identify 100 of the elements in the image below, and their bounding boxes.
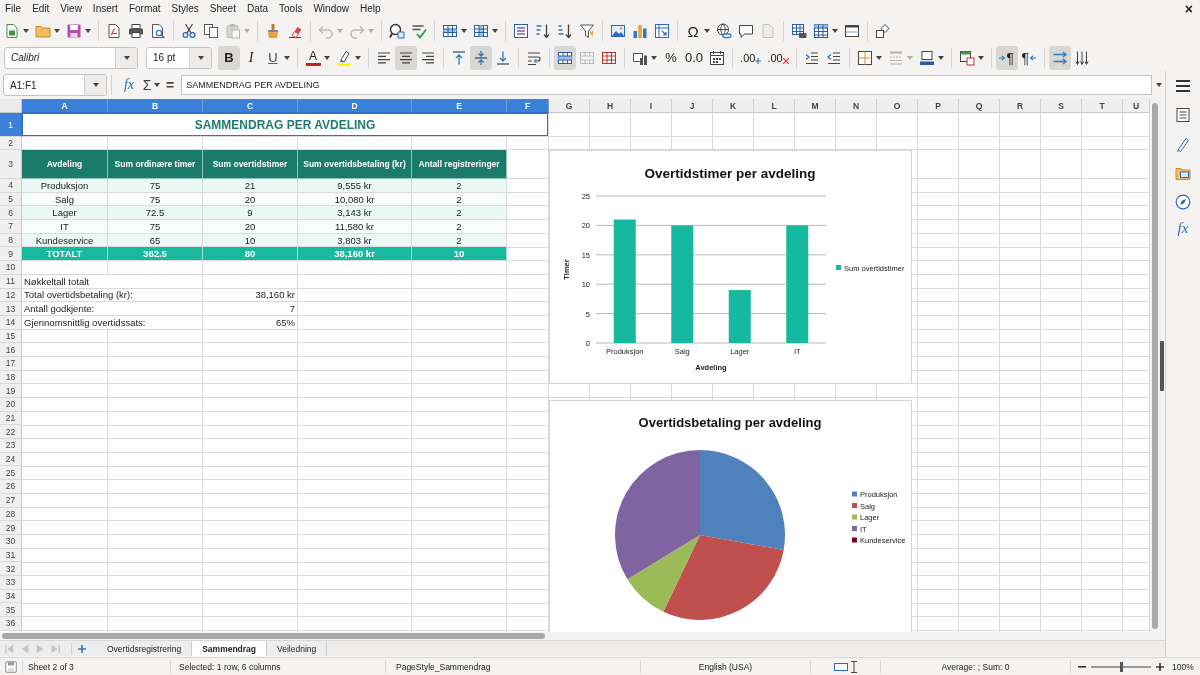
menu-icon[interactable] bbox=[1175, 78, 1191, 94]
sort-icon[interactable] bbox=[513, 23, 529, 39]
zoom-level[interactable]: 100% bbox=[1172, 661, 1194, 672]
menu-item[interactable]: File bbox=[0, 2, 27, 16]
caret-icon[interactable] bbox=[355, 55, 361, 60]
row-header[interactable]: 32 bbox=[0, 562, 22, 576]
outdent-icon[interactable] bbox=[825, 49, 842, 66]
caret-icon[interactable] bbox=[875, 55, 882, 60]
column-header[interactable]: E bbox=[412, 99, 507, 113]
page-magnifier-icon[interactable] bbox=[150, 23, 166, 39]
unmerge-cells-icon[interactable] bbox=[601, 49, 617, 66]
bold-button[interactable]: B bbox=[218, 45, 240, 70]
language[interactable]: English (USA) bbox=[698, 661, 753, 672]
compass-icon[interactable] bbox=[1175, 194, 1191, 210]
left-to-right-button[interactable]: ¶ bbox=[995, 45, 1018, 70]
row-header[interactable]: 4 bbox=[0, 179, 22, 193]
row-header[interactable]: 13 bbox=[0, 302, 22, 316]
caret-icon[interactable] bbox=[85, 29, 91, 33]
name-box-field[interactable]: A1:F1 bbox=[3, 74, 107, 96]
caret-icon[interactable] bbox=[937, 55, 944, 60]
caret-icon[interactable] bbox=[284, 55, 290, 60]
caret-icon[interactable] bbox=[461, 29, 467, 33]
menu-item[interactable]: Help bbox=[354, 2, 387, 16]
sheet-tab[interactable]: Veiledning bbox=[267, 641, 328, 656]
menu-item[interactable]: Styles bbox=[166, 2, 205, 16]
menu-item[interactable]: Sheet bbox=[204, 2, 242, 16]
column-header[interactable]: P bbox=[918, 99, 959, 113]
bar-chart-icon[interactable] bbox=[632, 23, 648, 39]
font-name-field[interactable]: Calibri bbox=[4, 46, 138, 69]
menu-item[interactable]: View bbox=[54, 2, 88, 16]
menu-item[interactable]: Insert bbox=[87, 2, 124, 16]
column-header[interactable]: B bbox=[108, 99, 203, 113]
split-window-icon[interactable] bbox=[844, 23, 860, 39]
freeze-table-icon[interactable] bbox=[813, 23, 829, 39]
shapes-icon[interactable] bbox=[875, 23, 891, 39]
sidebar-handle[interactable] bbox=[1160, 340, 1164, 391]
column-header[interactable]: A bbox=[22, 99, 108, 113]
menu-item[interactable]: Format bbox=[123, 2, 167, 16]
row-header[interactable]: 6 bbox=[0, 206, 22, 221]
print-range-icon[interactable] bbox=[791, 23, 807, 39]
add-decimal-button[interactable]: .00 bbox=[737, 45, 765, 70]
spelling-check-icon[interactable] bbox=[411, 23, 427, 39]
caret-icon[interactable] bbox=[492, 29, 498, 33]
pen-icon[interactable] bbox=[1175, 136, 1191, 152]
new-document-icon[interactable] bbox=[4, 23, 20, 39]
caret-icon[interactable] bbox=[324, 55, 330, 60]
menu-item[interactable]: Edit bbox=[26, 2, 55, 16]
printer-icon[interactable] bbox=[128, 23, 144, 39]
sort-ascending-icon[interactable] bbox=[535, 23, 551, 39]
properties-icon[interactable] bbox=[1175, 107, 1191, 123]
row-header[interactable]: 2 bbox=[0, 137, 22, 150]
caret-icon[interactable] bbox=[154, 83, 160, 87]
conditional-format-icon[interactable] bbox=[958, 49, 975, 66]
menu-item[interactable]: Window bbox=[307, 2, 355, 16]
vertical-align-center-button[interactable] bbox=[470, 45, 492, 70]
text-cursor-icon[interactable] bbox=[851, 660, 857, 673]
image-icon[interactable] bbox=[610, 23, 626, 39]
highlighter-icon[interactable] bbox=[336, 49, 352, 66]
column-header[interactable]: C bbox=[203, 99, 298, 113]
column-header[interactable]: O bbox=[877, 99, 918, 113]
column-header[interactable]: F bbox=[507, 99, 549, 113]
column-header[interactable]: H bbox=[590, 99, 631, 113]
delete-decimal-button[interactable]: .00 bbox=[764, 45, 792, 70]
font-color-button[interactable]: A bbox=[302, 45, 324, 70]
horizontal-scrollbar-thumb[interactable] bbox=[2, 633, 545, 639]
row-header[interactable]: 16 bbox=[0, 343, 22, 357]
column-header[interactable]: R bbox=[1000, 99, 1041, 113]
calendar-icon[interactable] bbox=[709, 49, 726, 66]
zoom-in-icon[interactable] bbox=[1156, 662, 1164, 671]
row-header[interactable]: 29 bbox=[0, 521, 22, 535]
underline-button[interactable]: U bbox=[262, 45, 284, 70]
column-header[interactable]: G bbox=[549, 99, 590, 113]
italic-button[interactable]: I bbox=[240, 45, 262, 70]
caret-icon[interactable] bbox=[54, 29, 60, 33]
font-size-field[interactable]: 16 pt bbox=[146, 46, 212, 69]
dropdown-button[interactable] bbox=[84, 75, 106, 95]
sort-descending-icon[interactable] bbox=[557, 23, 573, 39]
funnel-icon[interactable] bbox=[579, 23, 595, 39]
caret-icon[interactable] bbox=[832, 29, 838, 33]
text-flow-horizontal-button[interactable] bbox=[1048, 45, 1071, 70]
column-header[interactable]: U bbox=[1123, 99, 1150, 113]
merge-center-button[interactable] bbox=[554, 45, 576, 70]
column-header[interactable]: M bbox=[795, 99, 836, 113]
column-header[interactable]: Q bbox=[959, 99, 1000, 113]
rectangle-icon[interactable] bbox=[834, 662, 848, 671]
sum-button[interactable]: Σ bbox=[140, 73, 154, 97]
right-to-left-button[interactable]: ¶ bbox=[1017, 45, 1040, 70]
find-replace-icon[interactable] bbox=[389, 23, 405, 39]
table-columns-icon[interactable] bbox=[473, 23, 489, 39]
row-header[interactable]: 3 bbox=[0, 150, 22, 179]
caret-icon[interactable] bbox=[1156, 83, 1162, 87]
row-header[interactable]: 26 bbox=[0, 480, 22, 494]
caret-icon[interactable] bbox=[977, 55, 984, 60]
number-format-button[interactable]: 0.0 bbox=[682, 45, 707, 70]
copy-icon[interactable] bbox=[203, 23, 219, 39]
scissors-icon[interactable] bbox=[181, 23, 197, 39]
functions-button[interactable]: fx bbox=[1172, 219, 1194, 238]
row-header[interactable]: 23 bbox=[0, 439, 22, 453]
row-header[interactable]: 1 bbox=[0, 113, 22, 137]
folder-image-icon[interactable] bbox=[1175, 165, 1191, 181]
